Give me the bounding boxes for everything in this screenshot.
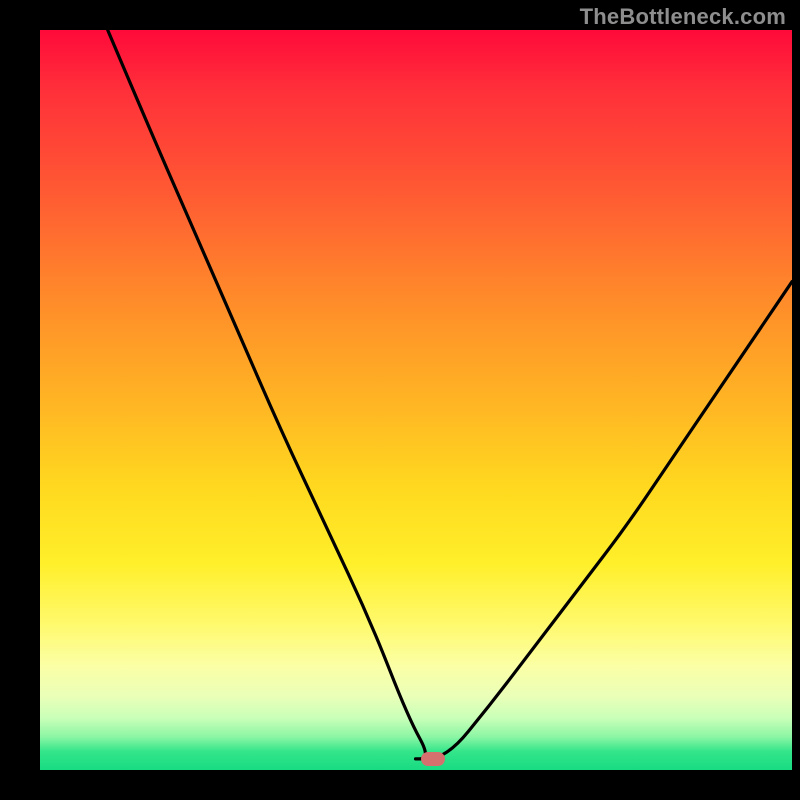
watermark-text: TheBottleneck.com (580, 4, 786, 30)
minimum-marker (421, 752, 445, 766)
plot-area (40, 30, 792, 770)
bottleneck-curve (40, 30, 792, 770)
chart-frame: TheBottleneck.com (0, 0, 800, 800)
